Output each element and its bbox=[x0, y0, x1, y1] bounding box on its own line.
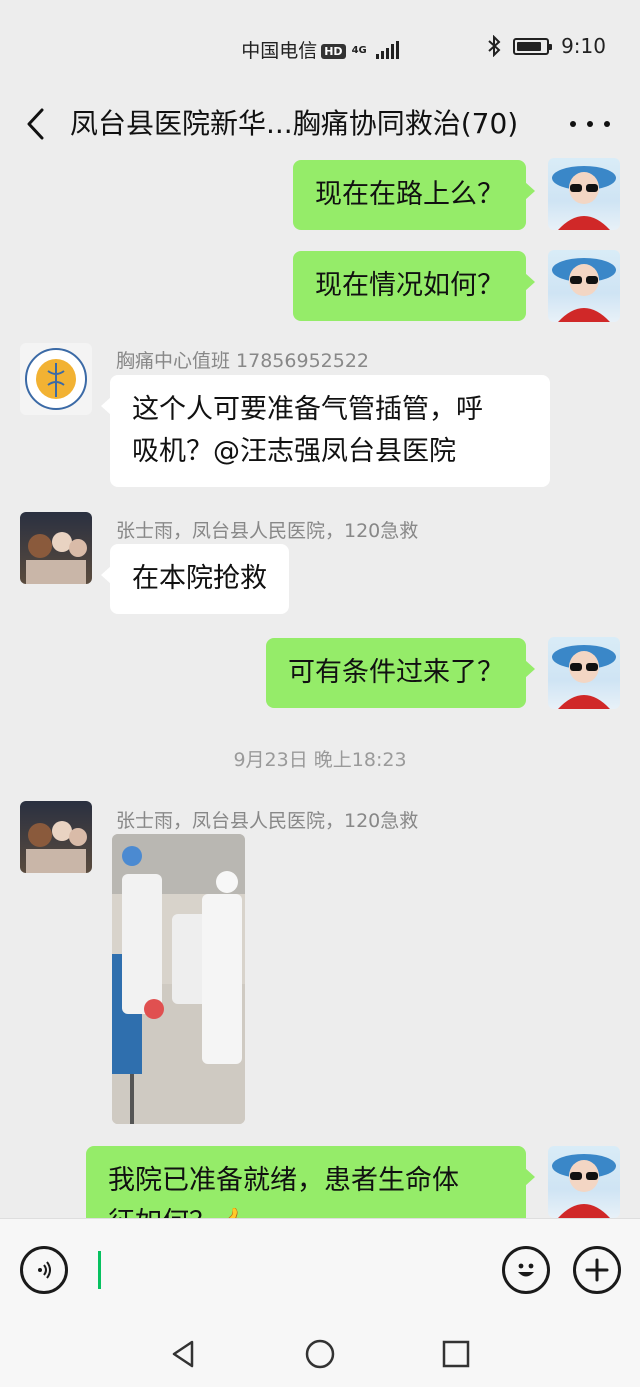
nav-home-icon[interactable] bbox=[302, 1336, 338, 1372]
sender-name: 张士雨，凤台县人民医院，120急救 bbox=[116, 520, 419, 542]
chat-title: 凤台县医院新华...胸痛协同救治(70) bbox=[70, 107, 519, 140]
back-arrow-icon[interactable] bbox=[22, 104, 52, 144]
zhang-avatar[interactable] bbox=[20, 801, 92, 873]
message-bubble-outgoing[interactable]: 可有条件过来了？ bbox=[266, 638, 535, 708]
battery-icon bbox=[513, 37, 553, 55]
image-message[interactable] bbox=[112, 834, 245, 1124]
status-bar: 中国电信 HD 4G 9:10 bbox=[0, 0, 640, 90]
message-text: 可有条件过来了？ bbox=[288, 657, 504, 688]
nav-recents-icon[interactable] bbox=[438, 1336, 474, 1372]
message-text: 现在情况如何？ bbox=[315, 270, 504, 301]
status-right: 9:10 bbox=[487, 34, 606, 58]
bluetooth-icon bbox=[488, 35, 501, 57]
voice-icon[interactable] bbox=[20, 1246, 68, 1294]
network-type: 4G bbox=[351, 45, 367, 56]
plus-icon[interactable] bbox=[573, 1246, 621, 1294]
message-text-line: 这个人可要准备气管插管，呼 bbox=[132, 394, 483, 425]
signal-icon bbox=[375, 41, 399, 59]
text-cursor bbox=[98, 1251, 101, 1289]
message-bubble-incoming[interactable]: 这个人可要准备气管插管，呼 吸机？@汪志强凤台县医院 bbox=[101, 375, 550, 487]
emoji-icon[interactable] bbox=[502, 1246, 550, 1294]
sender-name: 张士雨，凤台县人民医院，120急救 bbox=[116, 810, 419, 832]
message-list[interactable]: 现在在路上么？ 现在情况如何？ 胸痛中心值班 17856952522 这个人可要… bbox=[0, 158, 640, 1218]
message-text: 在本院抢救 bbox=[132, 563, 267, 594]
my-avatar[interactable] bbox=[548, 637, 620, 709]
status-time: 9:10 bbox=[561, 34, 606, 58]
my-avatar[interactable] bbox=[548, 250, 620, 322]
my-avatar[interactable] bbox=[548, 158, 620, 230]
timestamp: 9月23日 晚上18:23 bbox=[233, 749, 407, 771]
input-bar bbox=[0, 1218, 640, 1322]
message-bubble-outgoing[interactable]: 现在在路上么？ bbox=[293, 160, 535, 230]
message-bubble-outgoing[interactable]: 我院已准备就绪，患者生命体 征如何？👍 bbox=[86, 1146, 535, 1218]
message-input[interactable] bbox=[90, 1241, 482, 1299]
message-text-line: 我院已准备就绪，患者生命体 bbox=[108, 1165, 459, 1196]
message-text: 现在在路上么？ bbox=[315, 179, 504, 210]
system-nav-bar bbox=[0, 1322, 640, 1387]
more-dots-icon[interactable] bbox=[570, 104, 610, 144]
hd-badge: HD bbox=[321, 44, 346, 59]
nav-back-icon[interactable] bbox=[166, 1336, 202, 1372]
carrier-name: 中国电信 bbox=[241, 40, 318, 62]
sender-name: 胸痛中心值班 17856952522 bbox=[116, 350, 370, 372]
message-bubble-outgoing[interactable]: 现在情况如何？ bbox=[293, 251, 535, 321]
zhang-avatar[interactable] bbox=[20, 512, 92, 584]
message-text-line: 吸机？@汪志强凤台县医院 bbox=[132, 436, 456, 467]
message-bubble-incoming[interactable]: 在本院抢救 bbox=[101, 544, 289, 614]
message-text-line: 征如何？👍 bbox=[108, 1202, 504, 1218]
chest-pain-center-avatar[interactable] bbox=[20, 343, 92, 415]
chat-header: 凤台县医院新华...胸痛协同救治(70) bbox=[0, 90, 640, 158]
my-avatar[interactable] bbox=[548, 1146, 620, 1218]
